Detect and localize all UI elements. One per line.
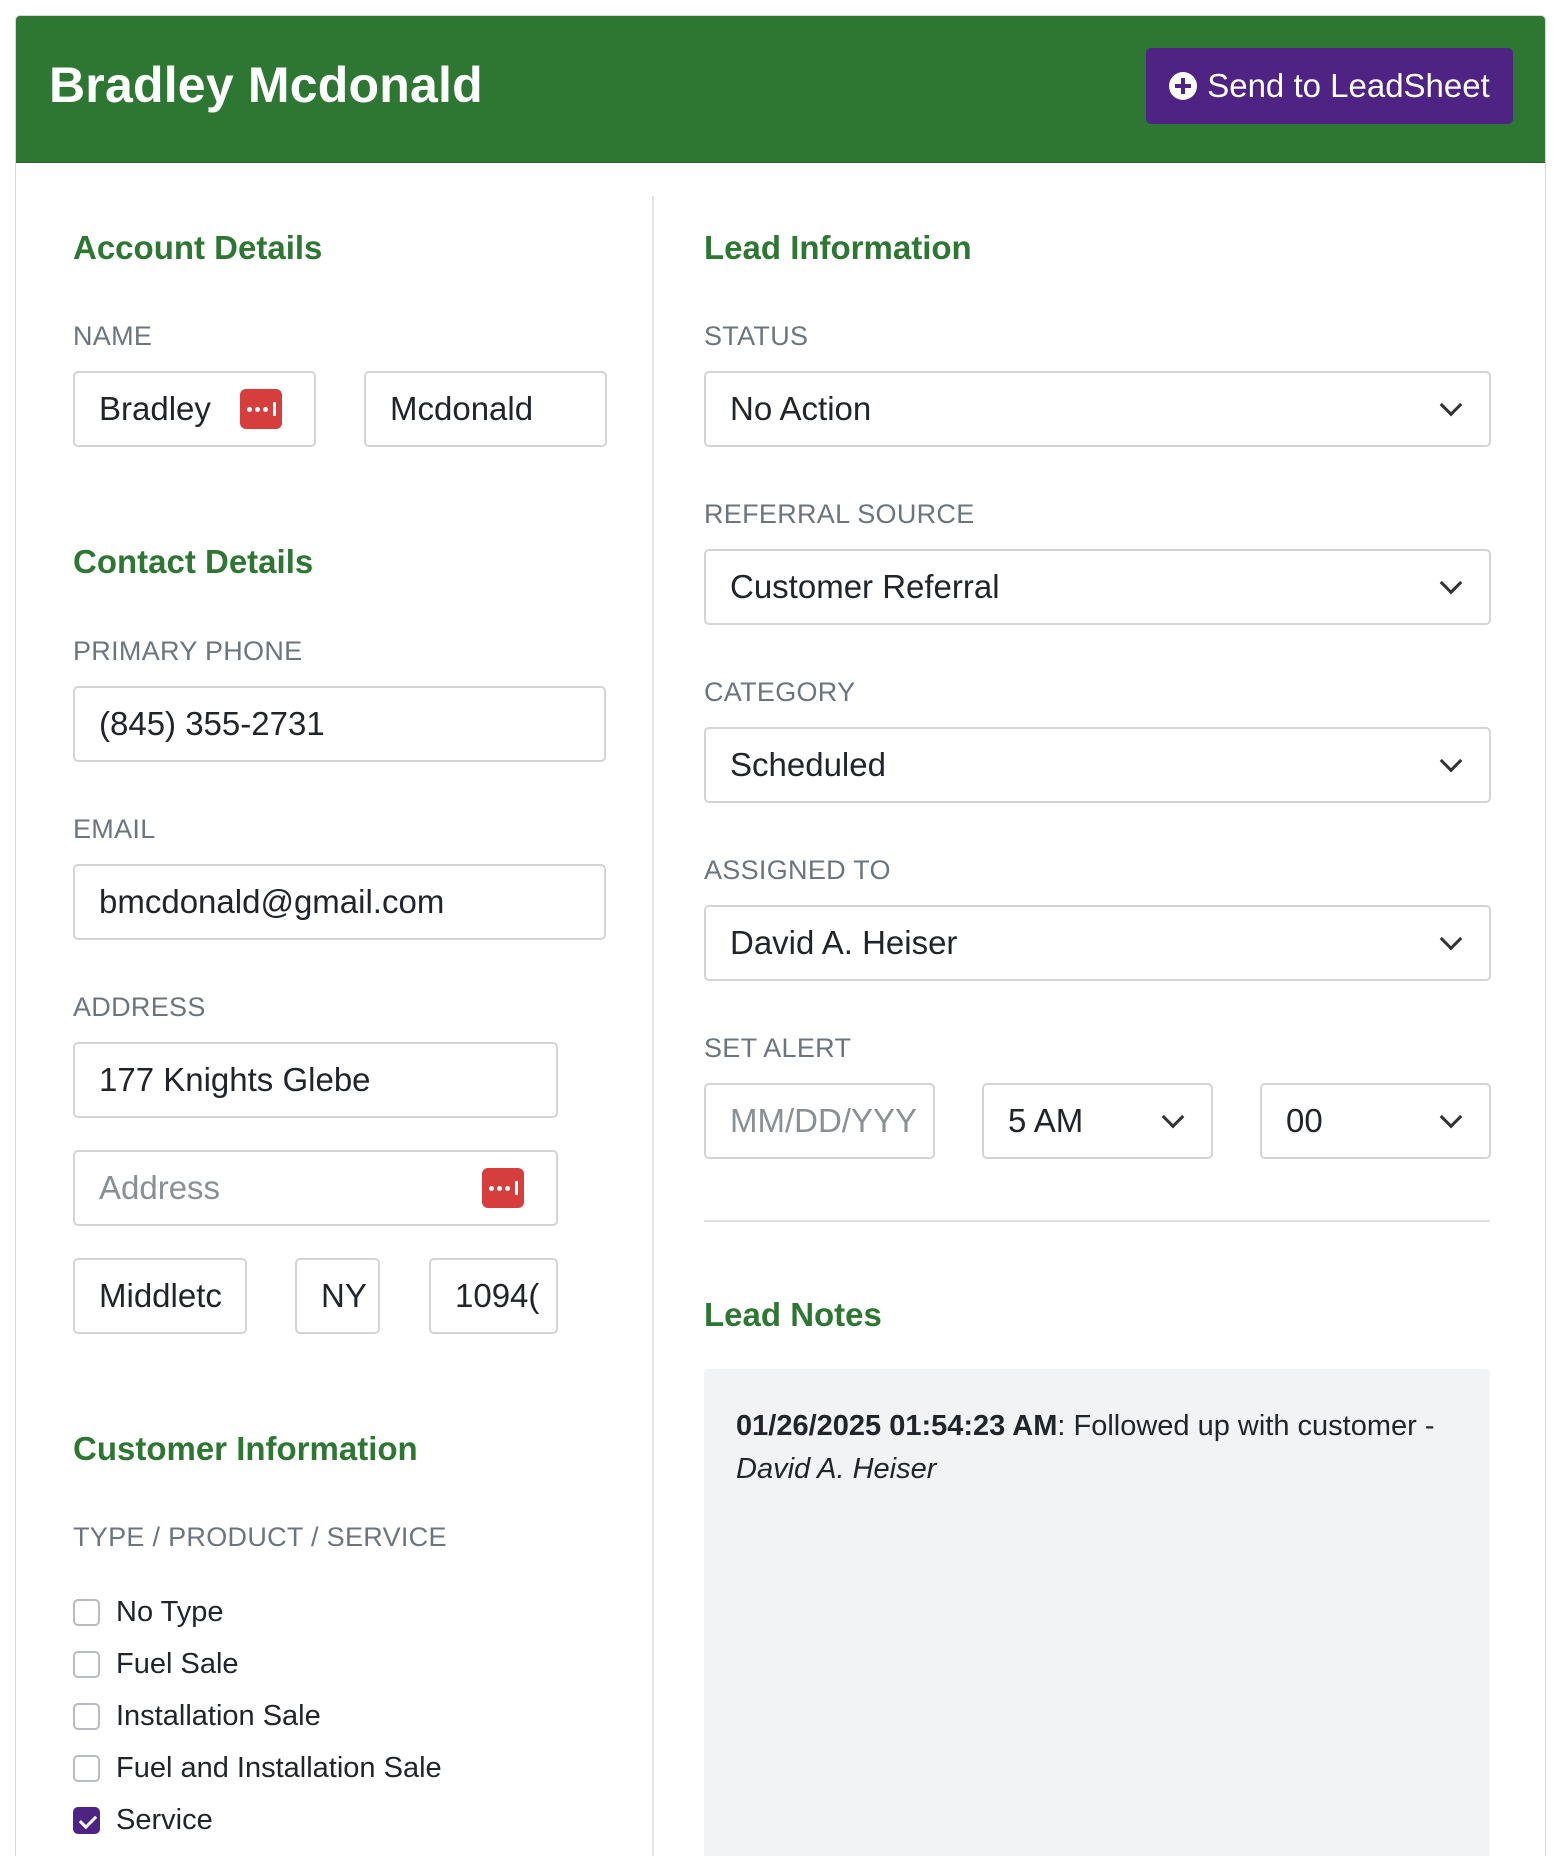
customer-information-title: Customer Information (73, 1430, 418, 1467)
note-author: David A. Heiser (736, 1453, 937, 1485)
type-option-label: Fuel and Installation Sale (116, 1752, 442, 1784)
password-manager-icon[interactable] (482, 1168, 524, 1208)
assigned-to-value: David A. Heiser (730, 924, 958, 961)
address-line2-input[interactable]: Address (73, 1150, 558, 1226)
state-input[interactable]: NY (295, 1258, 380, 1334)
address-line1-value: 177 Knights Glebe (99, 1061, 371, 1098)
password-manager-icon[interactable] (240, 389, 282, 429)
alert-hour-select[interactable]: 5 AM (982, 1083, 1213, 1159)
referral-source-select[interactable]: Customer Referral (704, 549, 1491, 625)
send-to-leadsheet-button[interactable]: Send to LeadSheet (1146, 48, 1513, 124)
address-line2-placeholder: Address (99, 1169, 221, 1206)
alert-minute-value: 00 (1286, 1102, 1323, 1139)
assigned-to-label: ASSIGNED TO (704, 855, 891, 885)
email-label: EMAIL (73, 814, 156, 844)
note-text: : Followed up with customer - (1057, 1410, 1435, 1442)
category-value: Scheduled (730, 746, 886, 783)
lead-information-title: Lead Information (704, 229, 972, 266)
email-input[interactable]: bmcdonald@gmail.com (73, 864, 606, 940)
city-input[interactable]: Middletc (73, 1258, 247, 1334)
chevron-down-icon (1439, 571, 1463, 595)
first-name-input[interactable]: Bradley (73, 371, 316, 447)
card-header: Bradley Mcdonald Send to LeadSheet (16, 16, 1545, 163)
type-option-service[interactable]: Service (73, 1804, 213, 1837)
address-line1-input[interactable]: 177 Knights Glebe (73, 1042, 558, 1118)
city-value: Middletc (99, 1277, 222, 1314)
status-label: STATUS (704, 321, 809, 351)
type-option-label: No Type (116, 1596, 224, 1628)
section-divider (704, 1220, 1490, 1222)
type-option-fuel-sale[interactable]: Fuel Sale (73, 1648, 239, 1681)
type-option-installation-sale[interactable]: Installation Sale (73, 1700, 321, 1733)
alert-date-input[interactable]: MM/DD/YYY (704, 1083, 935, 1159)
referral-source-label: REFERRAL SOURCE (704, 499, 975, 529)
referral-source-value: Customer Referral (730, 568, 1000, 605)
alert-minute-select[interactable]: 00 (1260, 1083, 1491, 1159)
status-value: No Action (730, 390, 872, 427)
chevron-down-icon (1439, 393, 1463, 417)
last-name-value: Mcdonald (390, 390, 534, 427)
type-option-label: Installation Sale (116, 1700, 321, 1732)
type-option-label: Fuel Sale (116, 1648, 239, 1680)
lead-notes-box: 01/26/2025 01:54:23 AM: Followed up with… (704, 1369, 1490, 1856)
zip-input[interactable]: 1094( (429, 1258, 558, 1334)
lead-card: Bradley Mcdonald Send to LeadSheet Accou… (15, 15, 1546, 1856)
state-value: NY (321, 1277, 367, 1314)
lead-notes-title: Lead Notes (704, 1296, 882, 1333)
column-divider (652, 196, 654, 1856)
account-details-title: Account Details (73, 229, 323, 266)
last-name-input[interactable]: Mcdonald (364, 371, 607, 447)
type-option-label: Service (116, 1804, 213, 1836)
name-label: NAME (73, 321, 153, 351)
address-label: ADDRESS (73, 992, 206, 1022)
assigned-to-select[interactable]: David A. Heiser (704, 905, 1491, 981)
type-product-service-label: TYPE / PRODUCT / SERVICE (73, 1522, 447, 1552)
email-value: bmcdonald@gmail.com (99, 883, 445, 920)
chevron-down-icon (1439, 1105, 1463, 1129)
alert-date-placeholder: MM/DD/YYY (730, 1102, 918, 1139)
category-select[interactable]: Scheduled (704, 727, 1491, 803)
checkbox[interactable] (73, 1703, 100, 1730)
chevron-down-icon (1161, 1105, 1185, 1129)
primary-phone-input[interactable]: (845) 355-2731 (73, 686, 606, 762)
checkbox[interactable] (73, 1599, 100, 1626)
send-to-leadsheet-label: Send to LeadSheet (1207, 67, 1490, 104)
checkbox-checked[interactable] (73, 1807, 100, 1834)
plus-circle-icon (1169, 72, 1198, 100)
checkbox[interactable] (73, 1755, 100, 1782)
zip-value: 1094( (455, 1277, 540, 1314)
chevron-down-icon (1439, 749, 1463, 773)
alert-hour-value: 5 AM (1008, 1102, 1084, 1139)
contact-details-title: Contact Details (73, 543, 314, 580)
primary-phone-value: (845) 355-2731 (99, 705, 325, 742)
category-label: CATEGORY (704, 677, 856, 707)
type-option-no-type[interactable]: No Type (73, 1596, 223, 1629)
page-title: Bradley Mcdonald (49, 57, 483, 113)
set-alert-label: SET ALERT (704, 1033, 852, 1063)
primary-phone-label: PRIMARY PHONE (73, 636, 303, 666)
first-name-value: Bradley (99, 390, 211, 427)
chevron-down-icon (1439, 927, 1463, 951)
status-select[interactable]: No Action (704, 371, 1491, 447)
checkbox[interactable] (73, 1651, 100, 1678)
type-option-fuel-and-installation-sale[interactable]: Fuel and Installation Sale (73, 1752, 442, 1785)
note-item: 01/26/2025 01:54:23 AM: Followed up with… (736, 1405, 1466, 1491)
note-timestamp: 01/26/2025 01:54:23 AM (736, 1410, 1058, 1442)
